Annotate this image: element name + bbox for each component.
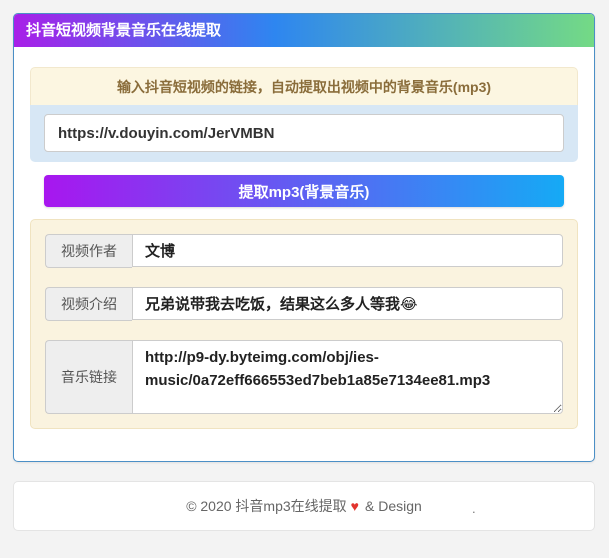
music-link-label: 音乐链接	[45, 340, 132, 414]
description-label: 视频介绍	[45, 287, 132, 321]
author-input[interactable]	[132, 234, 563, 267]
footer: © 2020 抖音mp3在线提取 ♥ & Design .	[13, 481, 595, 531]
input-section: 输入抖音短视频的链接，自动提取出视频中的背景音乐(mp3)	[30, 67, 578, 162]
extract-mp3-button[interactable]: 提取mp3(背景音乐)	[44, 175, 564, 207]
music-link-field-group: 音乐链接 http://p9-dy.byteimg.com/obj/ies-mu…	[45, 340, 563, 414]
author-label: 视频作者	[45, 234, 132, 268]
description-input[interactable]	[132, 287, 563, 320]
extractor-card: 抖音短视频背景音乐在线提取 输入抖音短视频的链接，自动提取出视频中的背景音乐(m…	[13, 13, 595, 462]
results-panel: 视频作者 视频介绍 音乐链接 http://p9-dy.byteimg.com/…	[30, 219, 578, 429]
card-body: 输入抖音短视频的链接，自动提取出视频中的背景音乐(mp3) 提取mp3(背景音乐…	[14, 47, 594, 461]
description-field-group: 视频介绍	[45, 287, 563, 321]
heart-icon: ♥	[351, 498, 359, 514]
page-title: 抖音短视频背景音乐在线提取	[14, 14, 594, 47]
video-url-input[interactable]	[44, 114, 564, 152]
instruction-text: 输入抖音短视频的链接，自动提取出视频中的背景音乐(mp3)	[30, 67, 578, 105]
copyright-text: © 2020 抖音mp3在线提取	[186, 496, 346, 516]
url-input-wrap	[30, 105, 578, 162]
stray-dot: .	[472, 501, 476, 516]
design-credit-text: & Design	[365, 498, 422, 514]
music-link-textarea[interactable]: http://p9-dy.byteimg.com/obj/ies-music/0…	[132, 340, 563, 414]
author-field-group: 视频作者	[45, 234, 563, 268]
